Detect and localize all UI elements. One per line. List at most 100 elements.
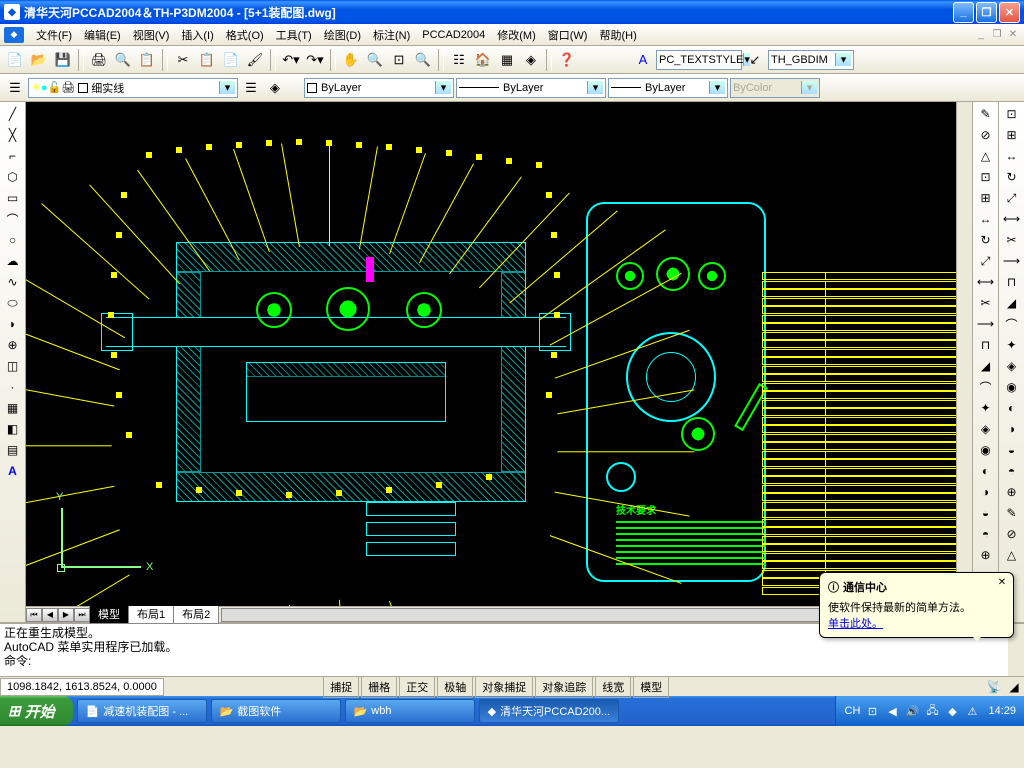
mode-osnap[interactable]: 对象捕捉 <box>475 676 533 698</box>
lineweight-combo[interactable]: ByLayer▾ <box>608 78 728 98</box>
dcenter-button[interactable]: 🏠 <box>472 49 494 71</box>
redo-button[interactable]: ↷▾ <box>304 49 326 71</box>
rect-icon[interactable]: ▭ <box>3 188 23 208</box>
menu-pccad[interactable]: PCCAD2004 <box>416 27 491 43</box>
save-button[interactable]: 💾 <box>52 49 74 71</box>
mode-otrack[interactable]: 对象追踪 <box>535 676 593 698</box>
block-icon[interactable]: ◫ <box>3 356 23 376</box>
tool-button[interactable]: ◒ <box>976 503 996 523</box>
purge-button[interactable]: ◈ <box>520 49 542 71</box>
tool-button[interactable]: ⊓ <box>1002 272 1022 292</box>
layer-mgr-button[interactable]: ☰ <box>4 77 26 99</box>
copy-button[interactable]: 📋 <box>196 49 218 71</box>
vertical-scrollbar[interactable] <box>956 102 972 606</box>
tool-button[interactable]: ⟷ <box>1002 209 1022 229</box>
mode-grid[interactable]: 栅格 <box>361 676 397 698</box>
region-icon[interactable]: ◧ <box>3 419 23 439</box>
menu-tools[interactable]: 工具(T) <box>270 25 318 45</box>
tool-button[interactable]: ◑ <box>1002 419 1022 439</box>
polygon-icon[interactable]: ⬡ <box>3 167 23 187</box>
tool-button[interactable]: ⊡ <box>1002 104 1022 124</box>
tool-button[interactable]: ◐ <box>1002 398 1022 418</box>
layer-prev-button[interactable]: ☰ <box>240 77 262 99</box>
tray-icon[interactable]: 🔊 <box>904 703 920 719</box>
taskbar-item[interactable]: 📂截图软件 <box>211 699 341 723</box>
pan-button[interactable]: ✋ <box>340 49 362 71</box>
insert-icon[interactable]: ⊕ <box>3 335 23 355</box>
tool-button[interactable]: △ <box>976 146 996 166</box>
tray-icon[interactable]: ⚠ <box>964 703 980 719</box>
tool-button[interactable]: ⌒ <box>1002 314 1022 334</box>
line-icon[interactable]: ╱ <box>3 104 23 124</box>
tool-button[interactable]: ◑ <box>976 482 996 502</box>
menu-edit[interactable]: 编辑(E) <box>78 25 127 45</box>
tool-button[interactable]: ⤢ <box>1002 188 1022 208</box>
tab-last-button[interactable]: ⏭ <box>74 608 90 622</box>
arc-icon[interactable]: ⌒ <box>3 209 23 229</box>
plot-button[interactable]: 🖨 <box>88 49 110 71</box>
close-button[interactable]: ✕ <box>999 2 1020 23</box>
cut-button[interactable]: ✂ <box>172 49 194 71</box>
tray-icon[interactable]: ◀ <box>884 703 900 719</box>
tool-button[interactable]: ◈ <box>976 419 996 439</box>
tab-first-button[interactable]: ⏮ <box>26 608 42 622</box>
menu-draw[interactable]: 绘图(D) <box>318 25 367 45</box>
tool-button[interactable]: △ <box>1002 545 1022 565</box>
dimstyle-combo[interactable]: TH_GBDIM▾ <box>768 50 854 70</box>
menu-format[interactable]: 格式(O) <box>220 25 270 45</box>
zoom-button[interactable]: 🔍 <box>364 49 386 71</box>
layer-combo[interactable]: ☀●🔓🖨 细实线▾ <box>28 78 238 98</box>
new-button[interactable]: 📄 <box>4 49 26 71</box>
tool-button[interactable]: ◐ <box>976 461 996 481</box>
maximize-button[interactable]: ❐ <box>976 2 997 23</box>
tool-button[interactable]: ⊡ <box>976 167 996 187</box>
taskbar-item[interactable]: 📂wbh <box>345 699 475 723</box>
lang-indicator[interactable]: CH <box>844 703 860 719</box>
tab-prev-button[interactable]: ◀ <box>42 608 58 622</box>
tool-button[interactable]: ✎ <box>1002 503 1022 523</box>
mdi-min-button[interactable]: _ <box>974 28 988 42</box>
tool-button[interactable]: ⊕ <box>976 545 996 565</box>
color-combo[interactable]: ByLayer▾ <box>304 78 454 98</box>
tool-button[interactable]: ↻ <box>976 230 996 250</box>
help-button[interactable]: ❓ <box>556 49 578 71</box>
tool-button[interactable]: ✂ <box>1002 230 1022 250</box>
tool-button[interactable]: ✂ <box>976 293 996 313</box>
lock-icon[interactable]: ◢ <box>1004 677 1024 697</box>
tool-button[interactable]: ◈ <box>1002 356 1022 376</box>
tab-layout1[interactable]: 布局1 <box>128 605 174 624</box>
clock[interactable]: 14:29 <box>988 705 1016 717</box>
textstyle-icon[interactable]: A <box>632 49 654 71</box>
match-button[interactable]: 🖌 <box>244 49 266 71</box>
start-button[interactable]: ⊞开始 <box>0 696 73 726</box>
dimstyle-icon[interactable]: ↙ <box>744 49 766 71</box>
tool-button[interactable]: ◉ <box>1002 377 1022 397</box>
mode-polar[interactable]: 极轴 <box>437 676 473 698</box>
menu-view[interactable]: 视图(V) <box>127 25 176 45</box>
mode-lwt[interactable]: 线宽 <box>595 676 631 698</box>
tool-button[interactable]: ⌒ <box>976 377 996 397</box>
tool-button[interactable]: ⤢ <box>976 251 996 271</box>
point-icon[interactable]: · <box>3 377 23 397</box>
tool-button[interactable]: ◒ <box>1002 440 1022 460</box>
tab-model[interactable]: 模型 <box>89 605 129 624</box>
linetype-combo[interactable]: ByLayer▾ <box>456 78 606 98</box>
table-icon[interactable]: ▤ <box>3 440 23 460</box>
earc-icon[interactable]: ◗ <box>3 314 23 334</box>
tool-button[interactable]: ⊓ <box>976 335 996 355</box>
taskbar-item-active[interactable]: ◆清华天河PCCAD200... <box>479 699 620 723</box>
notif-link[interactable]: 单击此处。 <box>828 618 883 630</box>
props-button[interactable]: ☷ <box>448 49 470 71</box>
xline-icon[interactable]: ╳ <box>3 125 23 145</box>
toolpal-button[interactable]: ▦ <box>496 49 518 71</box>
taskbar-item[interactable]: 📄减速机装配图 - ... <box>77 699 207 723</box>
undo-button[interactable]: ↶▾ <box>280 49 302 71</box>
tool-button[interactable]: ✎ <box>976 104 996 124</box>
tool-button[interactable]: ↔ <box>1002 146 1022 166</box>
menu-insert[interactable]: 插入(I) <box>175 25 219 45</box>
preview-button[interactable]: 🔍 <box>112 49 134 71</box>
spline-icon[interactable]: ∿ <box>3 272 23 292</box>
tool-button[interactable]: ◓ <box>1002 461 1022 481</box>
mode-model[interactable]: 模型 <box>633 676 669 698</box>
tool-button[interactable]: ◢ <box>976 356 996 376</box>
